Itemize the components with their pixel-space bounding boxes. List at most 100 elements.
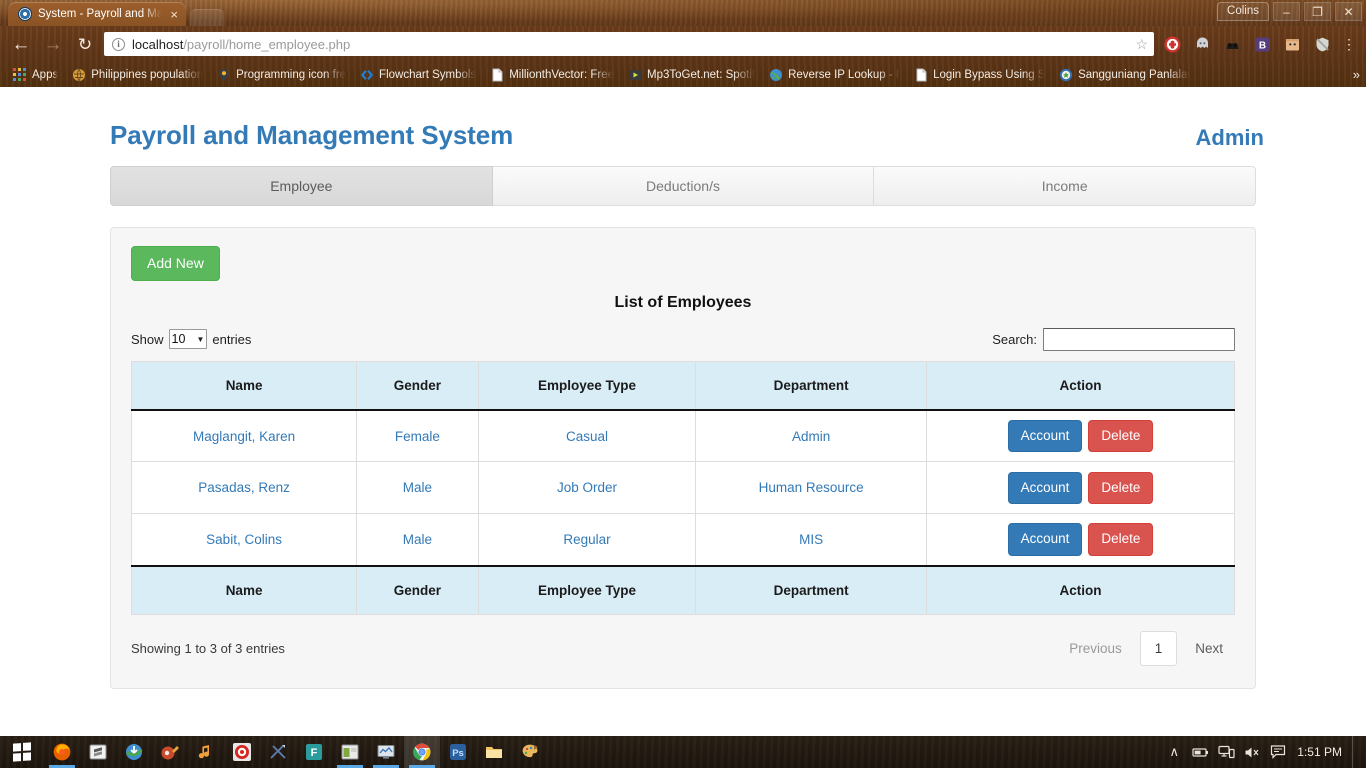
action-center-icon[interactable] [1265, 736, 1291, 768]
taskbar-app-file-explorer[interactable] [476, 736, 512, 768]
bootstrap-icon[interactable]: B [1250, 33, 1274, 55]
taskbar-clock[interactable]: 1:51 PM [1291, 745, 1352, 759]
taskbar-app-window-app[interactable] [332, 736, 368, 768]
taskbar-app-foxit-reader[interactable]: F [296, 736, 332, 768]
windows-logo-icon [13, 742, 31, 761]
delete-button[interactable]: Delete [1088, 420, 1153, 452]
search-input[interactable] [1043, 328, 1235, 351]
page-icon [490, 68, 504, 82]
bookmarks-overflow-icon[interactable]: » [1353, 67, 1360, 82]
taskbar-app-google-chrome[interactable] [404, 736, 440, 768]
sublime-text-icon [88, 742, 108, 762]
close-window-button[interactable]: ✕ [1335, 2, 1362, 21]
tab-close-icon[interactable]: × [168, 8, 180, 21]
bookmark-label: Mp3ToGet.net: Spotif [647, 69, 755, 81]
paint-tool-icon [160, 742, 180, 762]
column-header-department[interactable]: Department [696, 361, 927, 410]
dark-reader-icon[interactable] [1220, 33, 1244, 55]
maximize-restore-button[interactable]: ❐ [1304, 2, 1331, 21]
back-icon[interactable]: ← [8, 35, 34, 54]
footer-header-department: Department [696, 566, 927, 615]
add-new-button[interactable]: Add New [131, 246, 220, 281]
ghostery-icon[interactable] [1190, 33, 1214, 55]
adblock-icon[interactable] [1160, 33, 1184, 55]
tab-employee[interactable]: Employee [110, 166, 493, 206]
table-foot: Name Gender Employee Type Department Act… [132, 566, 1235, 615]
firefox-icon [52, 742, 72, 762]
battery-icon[interactable] [1187, 736, 1213, 768]
account-button[interactable]: Account [1008, 420, 1083, 452]
taskbar-app-music-player[interactable] [188, 736, 224, 768]
account-button[interactable]: Account [1008, 523, 1083, 555]
ublock-icon[interactable] [1310, 33, 1334, 55]
delete-button[interactable]: Delete [1088, 472, 1153, 504]
show-hidden-icons-icon[interactable]: ∧ [1161, 736, 1187, 768]
paint-palette-icon [520, 742, 540, 762]
taskbar-app-paint-tool[interactable] [152, 736, 188, 768]
pagination-page-1[interactable]: 1 [1140, 631, 1178, 666]
row-actions: Account Delete [935, 420, 1226, 452]
taskbar-app-firefox[interactable] [44, 736, 80, 768]
bookmark-item[interactable]: Mp3ToGet.net: Spotif [621, 64, 762, 85]
photoshop-icon: Ps [448, 742, 468, 762]
tab-deductions[interactable]: Deduction/s [493, 166, 875, 206]
reload-icon[interactable]: ↻ [72, 36, 98, 53]
globe-icon [72, 68, 86, 82]
browser-tab[interactable]: System - Payroll and Man × [8, 2, 186, 26]
bookmark-star-icon[interactable]: ☆ [1135, 36, 1148, 53]
volume-muted-icon[interactable] [1239, 736, 1265, 768]
content-panel: Add New List of Employees Show 10 ▼ entr… [110, 227, 1256, 689]
account-button[interactable]: Account [1008, 472, 1083, 504]
cell-name: Maglangit, Karen [132, 410, 357, 462]
search-label: Search: [992, 332, 1037, 347]
bookmark-item[interactable]: Programming icon fre [210, 64, 353, 85]
tab-strip: System - Payroll and Man × Colins – ❐ ✕ [0, 0, 1366, 26]
taskbar-app-camtasia[interactable] [224, 736, 260, 768]
taskbar-app-sublime-text[interactable] [80, 736, 116, 768]
show-desktop-button[interactable] [1352, 736, 1360, 768]
cell-gender: Female [357, 410, 479, 462]
bookmark-item[interactable]: Reverse IP Lookup - F [762, 64, 907, 85]
chrome-menu-icon[interactable]: ⋮ [1340, 39, 1358, 50]
tab-income[interactable]: Income [874, 166, 1256, 206]
taskbar-app-paint[interactable] [512, 736, 548, 768]
profile-button[interactable]: Colins [1217, 2, 1269, 21]
box-extension-icon[interactable] [1280, 33, 1304, 55]
column-header-name[interactable]: Name [132, 361, 357, 410]
datatable-footer: Showing 1 to 3 of 3 entries Previous 1 N… [131, 631, 1235, 666]
taskbar-app-monitor-app[interactable] [368, 736, 404, 768]
bookmark-apps-label: Apps [32, 69, 58, 81]
bookmark-label: MillionthVector: Free [509, 69, 614, 81]
bookmark-item[interactable]: Flowchart Symbols [353, 64, 483, 85]
bookmark-label: Sangguniang Panlalaw [1078, 69, 1190, 81]
cell-employee-type: Casual [478, 410, 696, 462]
music-note-icon [196, 742, 216, 762]
bookmark-item[interactable]: Sangguniang Panlalaw [1052, 64, 1197, 85]
delete-button[interactable]: Delete [1088, 523, 1153, 555]
site-info-icon[interactable]: i [112, 38, 125, 51]
entries-info: Showing 1 to 3 of 3 entries [131, 641, 285, 656]
taskbar-app-photoshop[interactable]: Ps [440, 736, 476, 768]
datatable-controls: Show 10 ▼ entries Search: [131, 328, 1235, 351]
start-button[interactable] [0, 736, 44, 768]
bookmark-item[interactable]: Login Bypass Using S [907, 64, 1052, 85]
taskbar-app-internet-download-manager[interactable] [116, 736, 152, 768]
bookmark-item[interactable]: MillionthVector: Free [483, 64, 621, 85]
minimize-button[interactable]: – [1273, 2, 1300, 21]
network-icon[interactable] [1213, 736, 1239, 768]
page-length-select[interactable]: 10 ▼ [169, 329, 208, 349]
bookmark-label: Reverse IP Lookup - F [788, 69, 900, 81]
new-tab-button[interactable] [190, 9, 224, 26]
bookmark-item[interactable]: Philippines population [65, 64, 210, 85]
column-header-gender[interactable]: Gender [357, 361, 479, 410]
taskbar-app-crossed-tools[interactable] [260, 736, 296, 768]
forward-icon[interactable]: → [40, 35, 66, 54]
pagination-previous[interactable]: Previous [1057, 632, 1134, 665]
table-row: Pasadas, Renz Male Job Order Human Resou… [132, 462, 1235, 514]
address-bar[interactable]: i localhost/payroll/home_employee.php ☆ [104, 32, 1154, 56]
bookmark-apps[interactable]: Apps [6, 64, 65, 85]
column-header-employee-type[interactable]: Employee Type [478, 361, 696, 410]
column-header-action[interactable]: Action [927, 361, 1235, 410]
pagination-next[interactable]: Next [1183, 632, 1235, 665]
windows-taskbar: F Ps ∧ 1:51 [0, 736, 1366, 768]
